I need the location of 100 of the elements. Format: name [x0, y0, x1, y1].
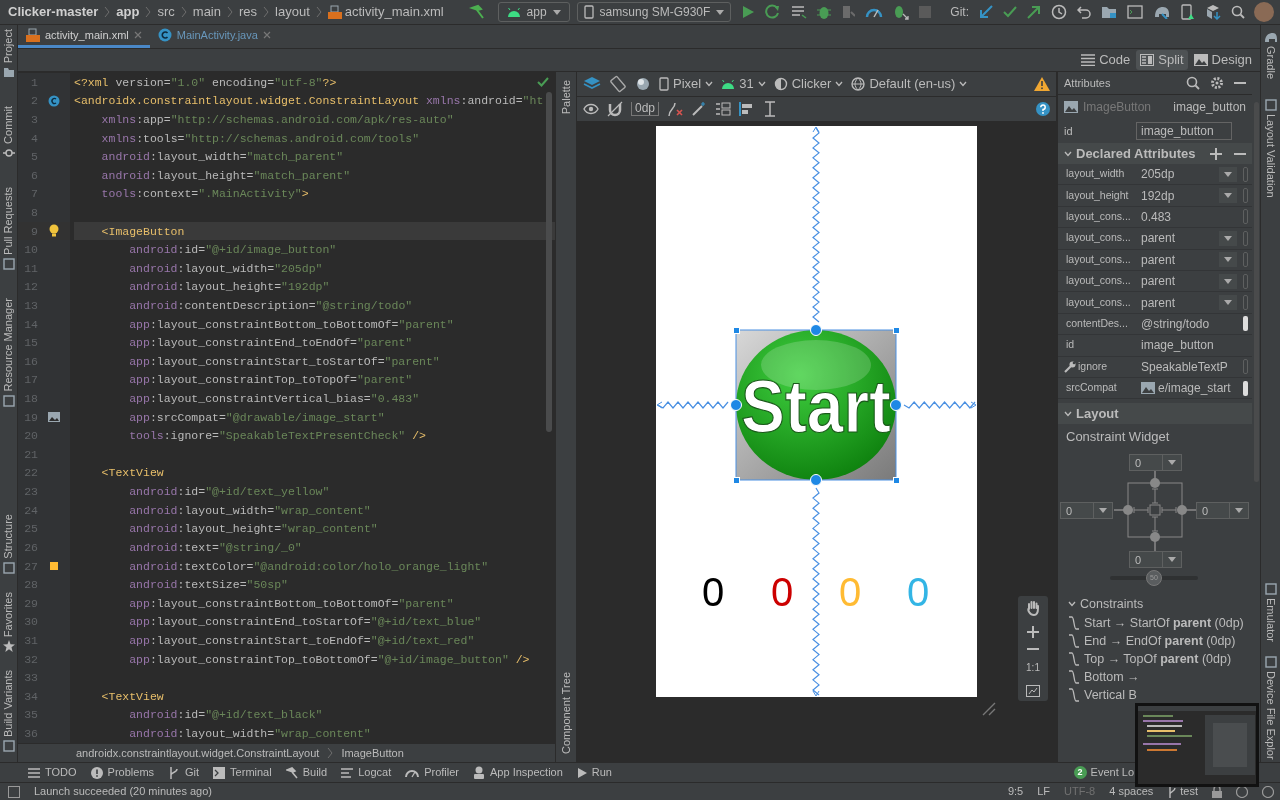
window-icon[interactable]: [8, 785, 20, 798]
tool-window-icon[interactable]: [2, 394, 15, 407]
pack-icon[interactable]: [715, 101, 732, 117]
constraint-spring[interactable]: [812, 487, 820, 697]
tool-window-button[interactable]: Git: [168, 764, 200, 781]
bug-icon[interactable]: [817, 4, 832, 20]
view-mode-button[interactable]: Design: [1189, 50, 1256, 70]
bug-arrow-icon[interactable]: [893, 4, 910, 20]
breadcrumb-item[interactable]: Clicker-master: [8, 2, 99, 22]
editor-tab[interactable]: MainActivity.java: [149, 25, 279, 48]
breadcrumb-item[interactable]: main: [192, 2, 221, 22]
dropdown-button[interactable]: [1219, 166, 1237, 182]
warning-icon[interactable]: [1034, 77, 1050, 91]
layers-icon[interactable]: [583, 76, 601, 92]
line-ending[interactable]: LF: [1037, 783, 1051, 800]
indent-setting[interactable]: 4 spaces: [1109, 783, 1154, 800]
breadcrumb-item[interactable]: androidx.constraintlayout.widget.ConstraintLayout: [76, 744, 320, 762]
device-icon[interactable]: [1181, 4, 1195, 20]
fit-screen-icon[interactable]: [1026, 685, 1040, 697]
tool-window-tab[interactable]: Favorites: [0, 591, 17, 637]
breadcrumb-item[interactable]: src: [157, 2, 175, 22]
dropdown-button[interactable]: [1219, 273, 1237, 289]
gauge-icon[interactable]: [865, 6, 884, 18]
resource-picker[interactable]: [1242, 380, 1248, 396]
tool-window-button[interactable]: Problems: [90, 764, 155, 781]
tool-window-icon[interactable]: [2, 639, 15, 652]
settings-icon[interactable]: [1210, 76, 1224, 90]
run-icon[interactable]: [741, 5, 756, 19]
resize-handle[interactable]: [892, 326, 900, 334]
device-dropdown[interactable]: samsung SM-G930F: [576, 2, 732, 22]
tool-window-button[interactable]: Profiler: [405, 764, 460, 781]
lock-icon[interactable]: [1212, 785, 1222, 798]
apply-changes-icon[interactable]: [791, 5, 808, 19]
tool-window-tab[interactable]: Device File Explor: [1262, 671, 1279, 760]
device-dropdown[interactable]: Pixel: [659, 74, 714, 94]
constraint-item[interactable]: Start → StartOf parent (0dp): [1084, 613, 1244, 633]
close-icon[interactable]: [133, 31, 142, 39]
lightbulb-icon[interactable]: [48, 224, 60, 239]
constraint-handle[interactable]: [890, 399, 902, 411]
chevron-down-icon[interactable]: [1064, 150, 1072, 157]
magic-wand-icon[interactable]: [691, 101, 708, 117]
elephant-icon[interactable]: [1153, 5, 1171, 19]
attribute-value[interactable]: parent: [1141, 250, 1176, 269]
constraint-spring[interactable]: [903, 401, 977, 409]
constraint-spring[interactable]: [812, 126, 820, 323]
breadcrumb-item[interactable]: ImageButton: [341, 744, 404, 762]
search-icon[interactable]: [1231, 5, 1245, 19]
tool-window-icon[interactable]: [2, 66, 15, 79]
tool-window-button[interactable]: App Inspection: [473, 764, 563, 781]
search-icon[interactable]: [1186, 76, 1200, 90]
night-mode-icon[interactable]: [635, 76, 651, 92]
constraint-box-drawing[interactable]: [1114, 471, 1196, 552]
margin-dropdown[interactable]: 0: [1129, 454, 1182, 472]
close-icon[interactable]: [262, 31, 271, 39]
dropdown-button[interactable]: [1219, 252, 1237, 268]
tool-window-button[interactable]: Terminal: [213, 764, 272, 781]
scrollbar[interactable]: [1253, 102, 1259, 482]
dropdown-button[interactable]: [1219, 188, 1237, 204]
face-icon[interactable]: [1236, 785, 1248, 798]
scrollbar[interactable]: [546, 92, 552, 432]
resize-handle[interactable]: [892, 476, 900, 484]
palette-tab[interactable]: Palette: [557, 80, 575, 115]
tool-window-tab[interactable]: Resource Manager: [0, 298, 17, 392]
chevron-down-icon[interactable]: [1064, 410, 1072, 417]
tool-window-icon[interactable]: [2, 561, 15, 574]
face-icon[interactable]: [1262, 785, 1274, 798]
attribute-value[interactable]: SpeakableTextP: [1141, 357, 1228, 376]
resize-handle[interactable]: [732, 476, 740, 484]
view-mode-button[interactable]: Split: [1136, 50, 1188, 70]
undo-icon[interactable]: [1077, 5, 1091, 19]
breadcrumb-item[interactable]: app: [116, 2, 140, 22]
rerun-icon[interactable]: [765, 4, 782, 20]
hammer-icon[interactable]: [468, 4, 485, 20]
resize-handle[interactable]: [732, 326, 740, 334]
class-icon[interactable]: [48, 94, 60, 107]
tool-window-tab[interactable]: Layout Validation: [1262, 114, 1279, 198]
constraint-item[interactable]: Vertical B: [1084, 685, 1137, 705]
event-log-button[interactable]: 2 Event Lo: [1073, 764, 1134, 781]
tool-window-icon[interactable]: [1264, 656, 1277, 669]
attribute-value[interactable]: parent: [1141, 272, 1176, 291]
attribute-value[interactable]: parent: [1141, 293, 1176, 312]
constraint-item[interactable]: Top → TopOf parent (0dp): [1084, 649, 1232, 669]
run-config-dropdown[interactable]: app: [497, 2, 570, 22]
constraint-item[interactable]: Bottom →: [1084, 667, 1140, 687]
checkmark-icon[interactable]: [537, 77, 549, 88]
tool-window-button[interactable]: TODO: [28, 764, 77, 781]
tool-window-icon[interactable]: [1264, 583, 1277, 596]
tool-window-icon[interactable]: [1264, 99, 1277, 112]
guideline-icon[interactable]: [763, 101, 778, 117]
constraint-spring[interactable]: [656, 401, 729, 409]
plus-icon[interactable]: [1210, 147, 1222, 160]
color-swatch-icon[interactable]: [50, 562, 58, 571]
magnet-off-icon[interactable]: [607, 101, 623, 117]
default-margin-field[interactable]: 0dp: [631, 102, 660, 116]
folder-icon[interactable]: [1101, 5, 1117, 19]
breadcrumb-item[interactable]: res: [239, 2, 258, 22]
terminal-icon[interactable]: [1127, 5, 1143, 19]
attribute-value[interactable]: 0.483: [1141, 207, 1172, 226]
attribute-value[interactable]: image_button: [1141, 336, 1214, 355]
constraint-handle[interactable]: [730, 399, 742, 411]
